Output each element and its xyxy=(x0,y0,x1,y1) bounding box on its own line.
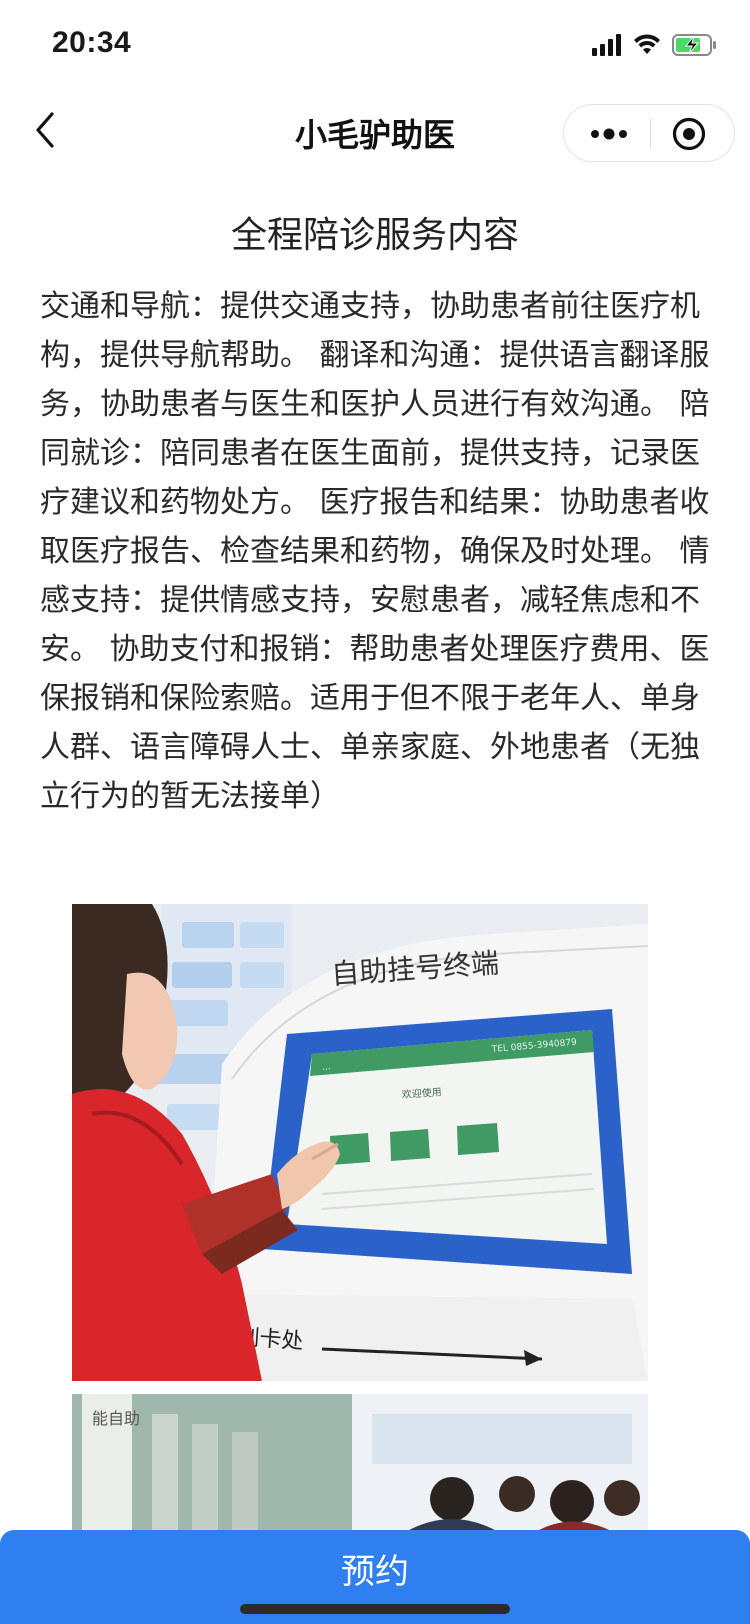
nav-bar: 小毛驴助医 xyxy=(0,90,750,170)
book-button-label: 预约 xyxy=(341,1552,409,1592)
page-title: 全程陪诊服务内容 xyxy=(230,215,519,256)
hall-sign: 能自助 xyxy=(92,1409,140,1428)
record-circle-icon[interactable] xyxy=(672,117,706,151)
battery-charging-icon xyxy=(672,34,716,56)
mini-program-capsule xyxy=(563,104,735,162)
svg-text:…: … xyxy=(321,1062,331,1073)
wifi-icon xyxy=(634,34,660,54)
kiosk-photo: 自助挂号终端 … TEL 0855-3940879 欢迎使用 刷卡处 xyxy=(72,904,648,1381)
status-bar: 20:34 xyxy=(0,0,750,90)
capsule-divider xyxy=(650,119,651,149)
signal-icon xyxy=(592,34,621,56)
service-description: 交通和导航：提供交通支持，协助患者前往医疗机构，提供导航帮助。 翻译和沟通：提供… xyxy=(40,289,710,814)
status-time: 20:34 xyxy=(52,26,132,59)
hospital-hall-photo: 能自助 xyxy=(72,1394,648,1534)
home-indicator xyxy=(240,1604,510,1614)
more-dots-icon[interactable] xyxy=(584,105,634,163)
